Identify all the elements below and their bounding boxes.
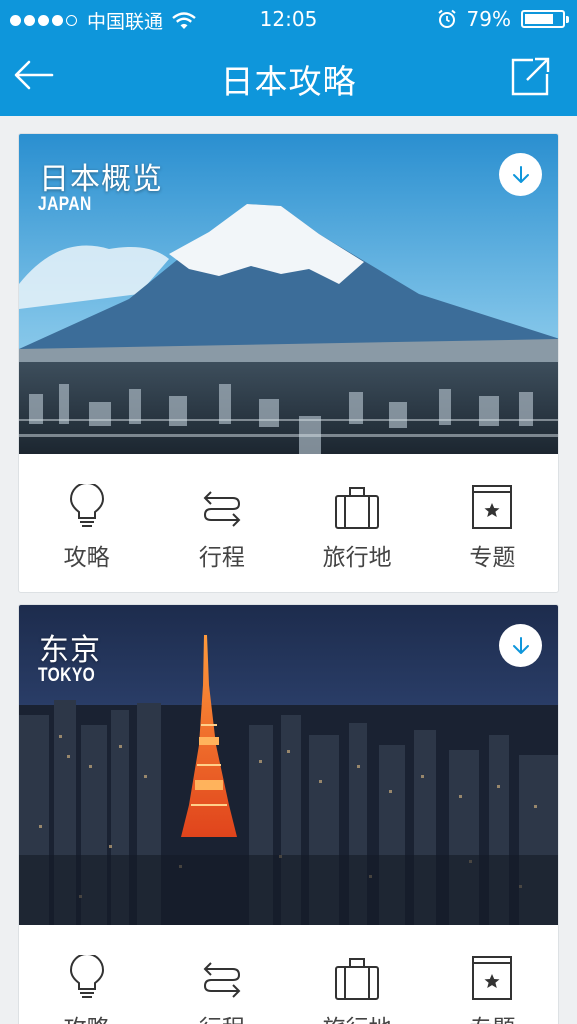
navigation-bar: 日本攻略 [0,38,577,116]
action-label: 专题 [469,1009,515,1024]
action-label: 行程 [198,545,245,571]
route-arrows-icon [203,962,241,998]
destination-card-tokyo[interactable]: 东京 TOKYO 攻略 行程 [18,604,559,1024]
action-label: 攻略 [63,545,110,571]
suitcase-icon [335,958,380,1000]
lightbulb-icon [69,955,104,998]
route-arrows-icon [203,491,241,527]
action-guide[interactable]: 攻略 [19,925,154,1024]
battery-fill [525,14,553,24]
download-button[interactable] [499,624,542,667]
action-destinations[interactable]: 旅行地 [290,925,425,1024]
action-itinerary[interactable]: 行程 [154,454,289,592]
action-label: 行程 [199,1009,245,1024]
action-guide[interactable]: 攻略 [19,454,154,592]
action-label: 攻略 [64,1009,110,1024]
alarm-icon [437,9,456,28]
card-hero-image[interactable]: 日本概览 JAPAN [19,134,558,454]
page-title: 日本攻略 [220,62,357,101]
download-arrow-icon [512,636,529,654]
status-bar: 中国联通 12:05 79% [0,0,577,38]
card-title: 日本概览 [39,162,163,197]
battery-percent: 79% [466,7,511,31]
suitcase-icon [335,487,380,529]
app-header: 中国联通 12:05 79% 日本攻略 [0,0,577,116]
card-title: 东京 [39,633,101,668]
action-topics[interactable]: 专题 [425,454,558,592]
share-icon[interactable] [511,56,551,96]
action-label: 旅行地 [323,1009,392,1024]
card-hero-image[interactable]: 东京 TOKYO [19,605,558,925]
action-label: 专题 [469,545,516,571]
action-label: 旅行地 [322,545,392,571]
action-itinerary[interactable]: 行程 [154,925,289,1024]
star-book-icon [472,485,513,529]
download-button[interactable] [499,153,542,196]
battery-icon [521,10,569,28]
card-subtitle: JAPAN [38,194,92,215]
action-destinations[interactable]: 旅行地 [290,454,425,592]
destination-card-japan[interactable]: 日本概览 JAPAN 攻略 行程 旅行地 专题 [18,133,559,593]
lightbulb-icon [69,484,104,527]
star-book-icon [472,956,513,1000]
download-arrow-icon [512,165,529,183]
card-subtitle: TOKYO [38,665,96,686]
action-topics[interactable]: 专题 [425,925,558,1024]
card-actions: 攻略 行程 旅行地 专题 [19,454,558,592]
card-actions: 攻略 行程 旅行地 专题 [19,925,558,1024]
